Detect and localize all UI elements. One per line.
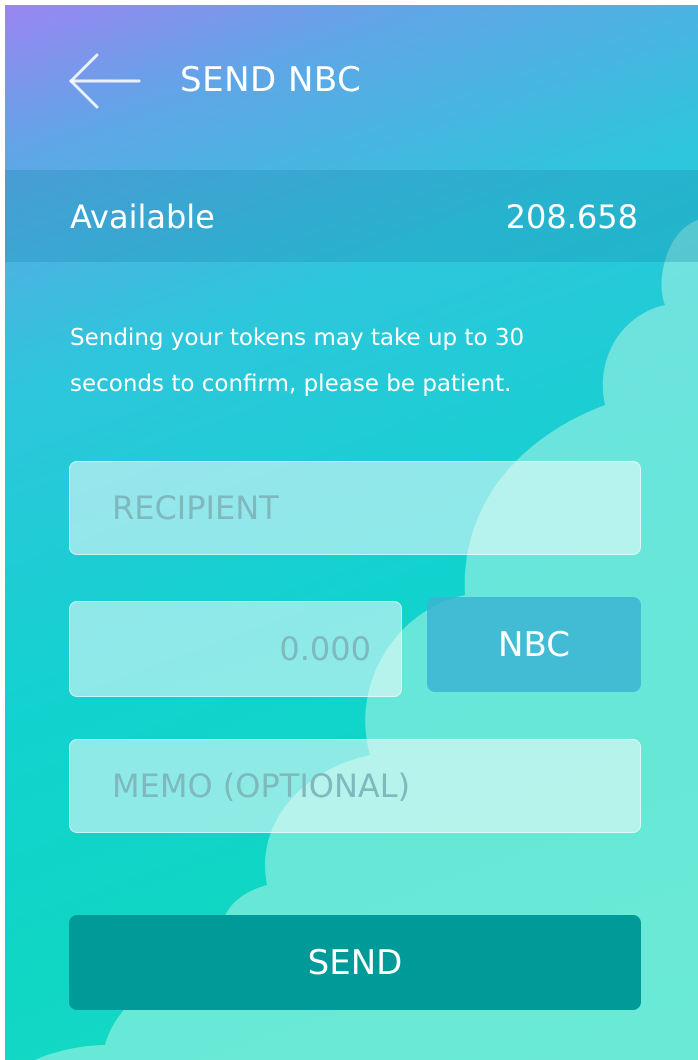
send-screen: SEND NBC Available 208.658 Sending your …	[5, 5, 698, 1060]
amount-input[interactable]: 0.000	[69, 601, 402, 697]
send-button[interactable]: SEND	[69, 915, 641, 1010]
page-title: SEND NBC	[180, 60, 362, 100]
recipient-input[interactable]: RECIPIENT	[69, 461, 641, 555]
arrow-left-icon	[69, 53, 141, 109]
confirmation-notice: Sending your tokens may take up to 30 se…	[70, 325, 525, 397]
balance-bar: Available 208.658	[5, 170, 698, 262]
balance-value: 208.658	[505, 198, 638, 236]
memo-input[interactable]: MEMO (OPTIONAL)	[69, 739, 641, 833]
balance-label: Available	[70, 198, 215, 236]
back-button[interactable]	[67, 51, 143, 111]
currency-button[interactable]: NBC	[427, 597, 641, 692]
header: SEND NBC	[5, 5, 698, 170]
